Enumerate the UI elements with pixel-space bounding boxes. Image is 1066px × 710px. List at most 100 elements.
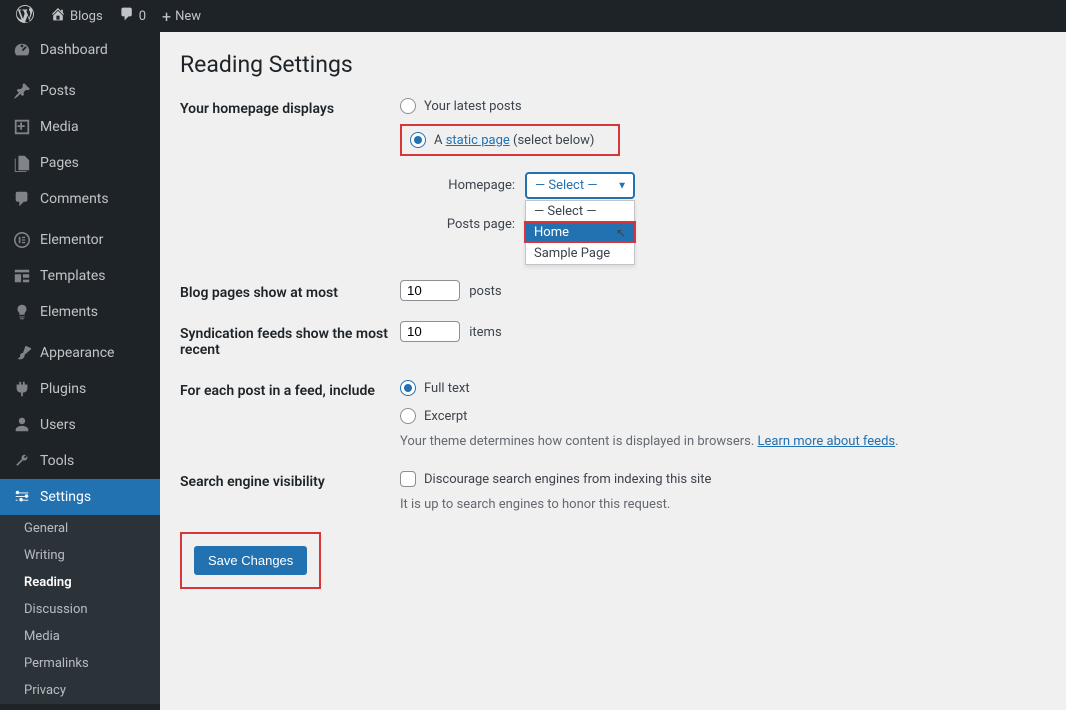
radio-latest-posts[interactable]: Your latest posts <box>400 96 1046 116</box>
search-description: It is up to search engines to honor this… <box>400 497 1046 512</box>
blog-pages-input[interactable] <box>400 280 460 301</box>
menu-label: Settings <box>40 489 91 505</box>
checkbox-label: Discourage search engines from indexing … <box>424 472 711 487</box>
pages-icon <box>12 153 32 173</box>
home-icon <box>50 6 66 26</box>
settings-submenu: General Writing Reading Discussion Media… <box>0 515 160 704</box>
page-title: Reading Settings <box>180 51 1046 78</box>
homepage-dropdown: — Select — Home Sample Page ↖ <box>525 200 635 265</box>
learn-feeds-link[interactable]: Learn more about feeds <box>758 434 896 449</box>
blog-pages-label: Blog pages show at most <box>180 280 400 301</box>
wp-logo[interactable] <box>8 5 42 27</box>
site-link[interactable]: Blogs <box>42 6 111 26</box>
dashboard-icon <box>12 40 32 60</box>
plug-icon <box>12 379 32 399</box>
elementor-icon <box>12 230 32 250</box>
menu-label: Elements <box>40 304 98 320</box>
templates-icon <box>12 266 32 286</box>
pin-icon <box>12 81 32 101</box>
menu-label: Templates <box>40 268 106 284</box>
menu-label: Dashboard <box>40 42 108 58</box>
static-page-link[interactable]: static page <box>446 133 510 148</box>
radio-label: A static page (select below) <box>434 133 594 148</box>
menu-label: Elementor <box>40 232 103 248</box>
new-label: New <box>175 9 201 24</box>
submenu-discussion[interactable]: Discussion <box>0 596 160 623</box>
menu-label: Posts <box>40 83 76 99</box>
submenu-general[interactable]: General <box>0 515 160 542</box>
menu-media[interactable]: Media <box>0 109 160 145</box>
menu-elements[interactable]: Elements <box>0 294 160 330</box>
homepage-label: Your homepage displays <box>180 96 400 117</box>
radio-label: Your latest posts <box>424 99 522 114</box>
radio-icon <box>410 132 426 148</box>
content-area: Reading Settings Your homepage displays … <box>160 32 1066 710</box>
radio-label: Excerpt <box>424 409 467 424</box>
menu-comments[interactable]: Comments <box>0 181 160 217</box>
syndication-unit: items <box>469 325 501 340</box>
radio-icon <box>400 98 416 114</box>
menu-pages[interactable]: Pages <box>0 145 160 181</box>
submenu-reading[interactable]: Reading <box>0 569 160 596</box>
radio-icon <box>400 380 416 396</box>
dropdown-option-home[interactable]: Home <box>526 222 634 243</box>
submenu-media[interactable]: Media <box>0 623 160 650</box>
media-icon <box>12 117 32 137</box>
syndication-input[interactable] <box>400 321 460 342</box>
menu-posts[interactable]: Posts <box>0 73 160 109</box>
elements-icon <box>12 302 32 322</box>
menu-templates[interactable]: Templates <box>0 258 160 294</box>
menu-label: Comments <box>40 191 109 207</box>
plus-icon: + <box>162 7 171 26</box>
menu-label: Media <box>40 119 79 135</box>
wordpress-icon <box>16 5 34 27</box>
dropdown-option-sample[interactable]: Sample Page <box>526 243 634 264</box>
highlight-box: A static page (select below) <box>400 124 620 156</box>
menu-plugins[interactable]: Plugins <box>0 371 160 407</box>
save-button[interactable]: Save Changes <box>194 546 307 575</box>
homepage-select-label: Homepage: <box>445 178 515 193</box>
comments-count: 0 <box>139 9 146 24</box>
menu-tools[interactable]: Tools <box>0 443 160 479</box>
menu-label: Pages <box>40 155 79 171</box>
users-icon <box>12 415 32 435</box>
search-visibility-label: Search engine visibility <box>180 469 400 490</box>
menu-dashboard[interactable]: Dashboard <box>0 32 160 68</box>
posts-select-label: Posts page: <box>445 217 515 232</box>
admin-topbar: Blogs 0 + New <box>0 0 1066 32</box>
radio-label: Full text <box>424 381 470 396</box>
checkbox-icon <box>400 471 416 487</box>
syndication-label: Syndication feeds show the most recent <box>180 321 400 358</box>
menu-label: Appearance <box>40 345 114 361</box>
feed-description: Your theme determines how content is dis… <box>400 434 1046 449</box>
brush-icon <box>12 343 32 363</box>
submenu-writing[interactable]: Writing <box>0 542 160 569</box>
chevron-down-icon: ▼ <box>617 180 627 191</box>
feed-include-label: For each post in a feed, include <box>180 378 400 399</box>
menu-label: Tools <box>40 453 74 469</box>
comment-icon <box>12 189 32 209</box>
menu-label: Users <box>40 417 76 433</box>
menu-appearance[interactable]: Appearance <box>0 335 160 371</box>
radio-excerpt[interactable]: Excerpt <box>400 406 1046 426</box>
sliders-icon <box>12 487 32 507</box>
comments-link[interactable]: 0 <box>111 6 154 26</box>
new-link[interactable]: + New <box>154 7 209 26</box>
dropdown-option-select[interactable]: — Select — <box>526 201 634 222</box>
admin-sidebar: Dashboard Posts Media Pages Comments <box>0 32 160 710</box>
homepage-select[interactable]: — Select — ▼ <box>525 172 635 199</box>
menu-users[interactable]: Users <box>0 407 160 443</box>
menu-elementor[interactable]: Elementor <box>0 222 160 258</box>
radio-icon <box>400 408 416 424</box>
comment-icon <box>119 6 135 26</box>
radio-full-text[interactable]: Full text <box>400 378 1046 398</box>
wrench-icon <box>12 451 32 471</box>
radio-static-page[interactable]: A static page (select below) <box>410 130 594 150</box>
menu-settings[interactable]: Settings <box>0 479 160 515</box>
blog-pages-unit: posts <box>469 284 501 299</box>
menu-label: Plugins <box>40 381 86 397</box>
search-discourage-checkbox[interactable]: Discourage search engines from indexing … <box>400 469 1046 489</box>
submenu-permalinks[interactable]: Permalinks <box>0 650 160 677</box>
highlight-box: Save Changes <box>180 532 321 589</box>
submenu-privacy[interactable]: Privacy <box>0 677 160 704</box>
